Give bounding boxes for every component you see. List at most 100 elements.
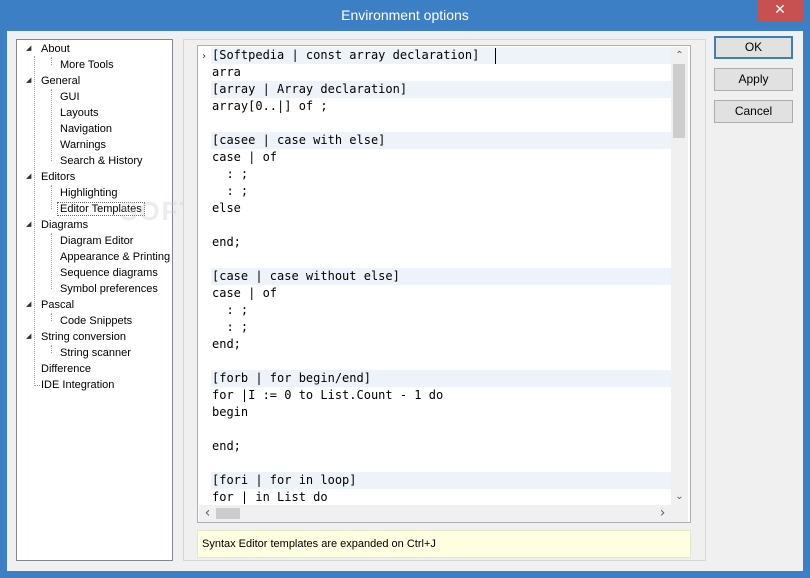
tree-item-label: More Tools: [60, 59, 114, 71]
tree-item-label: Navigation: [60, 123, 112, 135]
scroll-down-icon[interactable]: ⌄: [671, 488, 688, 505]
tree-item-difference[interactable]: Difference: [41, 361, 91, 377]
tree-item-label: General: [41, 75, 81, 87]
tree-item-navigation[interactable]: Navigation: [60, 121, 112, 137]
text-caret: [495, 48, 496, 64]
window-border-left: [0, 31, 7, 578]
tree-item-ide-integration[interactable]: IDE Integration: [41, 377, 114, 393]
code-line[interactable]: arra: [211, 64, 672, 81]
tree-item-label: IDE Integration: [41, 379, 115, 391]
code-line[interactable]: [Softpedia | const array declaration]: [211, 47, 672, 64]
code-line[interactable]: : ;: [211, 166, 672, 183]
scroll-corner: [671, 505, 688, 522]
code-line[interactable]: [fori | for in loop]: [211, 472, 672, 489]
hint-bar: Syntax Editor templates are expanded on …: [197, 530, 691, 558]
collapse-arrow-icon[interactable]: ◢: [26, 329, 35, 345]
tree-item-layouts[interactable]: Layouts: [60, 105, 99, 121]
tree-item-label: String scanner: [60, 347, 131, 359]
window-title: Environment options: [341, 7, 469, 23]
code-line[interactable]: array[0..|] of ;: [211, 98, 672, 115]
tree-item-sequence-diagrams[interactable]: Sequence diagrams: [60, 265, 158, 281]
tree-item-label: Editors: [41, 171, 76, 183]
current-line-arrow-icon: ›: [201, 51, 208, 62]
tree-item-highlighting[interactable]: Highlighting: [60, 185, 117, 201]
code-line[interactable]: [211, 251, 672, 268]
apply-button[interactable]: Apply: [714, 68, 793, 91]
tree-item-label: Diagrams: [41, 219, 89, 231]
code-line[interactable]: end;: [211, 438, 672, 455]
tree-item-symbol-preferences[interactable]: Symbol preferences: [60, 281, 158, 297]
template-editor[interactable]: › [Softpedia | const array declaration] …: [197, 45, 691, 523]
code-line[interactable]: case | of: [211, 285, 672, 302]
collapse-arrow-icon[interactable]: ◢: [26, 169, 35, 185]
tree-line: [51, 89, 52, 161]
tree-item-label: Appearance & Printing: [60, 251, 171, 263]
tree-line: [51, 57, 52, 65]
code-line[interactable]: end;: [211, 336, 672, 353]
tree-line: [51, 233, 52, 289]
code-line[interactable]: [211, 115, 672, 132]
tree-line: [51, 313, 52, 321]
scroll-left-icon[interactable]: ‹: [199, 505, 216, 522]
code-line[interactable]: [casee | case with else]: [211, 132, 672, 149]
code-line[interactable]: for | in List do: [211, 489, 672, 506]
code-line[interactable]: end;: [211, 234, 672, 251]
code-line[interactable]: [case | case without else]: [211, 268, 672, 285]
code-line[interactable]: for |I := 0 to List.Count - 1 do: [211, 387, 672, 404]
tree-item-label: Warnings: [60, 139, 107, 151]
code-line[interactable]: case | of: [211, 149, 672, 166]
tree-item-label: Search & History: [60, 155, 143, 167]
tree-item-string-scanner[interactable]: String scanner: [60, 345, 131, 361]
collapse-arrow-icon[interactable]: ◢: [26, 297, 35, 313]
tree-item-search-history[interactable]: Search & History: [60, 153, 143, 169]
code-line[interactable]: : ;: [211, 319, 672, 336]
code-line[interactable]: [forb | for begin/end]: [211, 370, 672, 387]
horizontal-scrollbar[interactable]: ‹ ›: [199, 505, 671, 522]
tree-item-appearance-printing[interactable]: Appearance & Printing: [60, 249, 170, 265]
code-line[interactable]: [array | Array declaration]: [211, 81, 672, 98]
collapse-arrow-icon[interactable]: ◢: [26, 217, 35, 233]
code-line[interactable]: begin: [211, 404, 672, 421]
code-line[interactable]: : ;: [211, 183, 672, 200]
tree-line: [51, 345, 52, 353]
title-bar[interactable]: Environment options ✕: [0, 0, 810, 31]
code-line[interactable]: [211, 421, 672, 438]
code-line[interactable]: [211, 353, 672, 370]
code-line[interactable]: [211, 217, 672, 234]
close-button[interactable]: ✕: [757, 0, 803, 21]
tree-item-code-snippets[interactable]: Code Snippets: [60, 313, 132, 329]
options-tree[interactable]: ◢ About More Tools ◢ General GUI Layouts N…: [16, 39, 173, 561]
tree-item-label: Symbol preferences: [60, 283, 158, 295]
tree-item-diagram-editor[interactable]: Diagram Editor: [60, 233, 133, 249]
code-line[interactable]: : ;: [211, 302, 672, 319]
collapse-arrow-icon[interactable]: ◢: [26, 41, 35, 57]
scroll-up-icon[interactable]: ⌃: [671, 47, 688, 64]
tree-item-warnings[interactable]: Warnings: [60, 137, 106, 153]
tree-item-label: Layouts: [60, 107, 99, 119]
tree-item-label: Sequence diagrams: [60, 267, 158, 279]
window-border-right: [803, 31, 810, 578]
vertical-scrollbar[interactable]: ⌃ ⌄: [671, 47, 688, 505]
collapse-arrow-icon[interactable]: ◢: [26, 73, 35, 89]
tree-line: [51, 185, 52, 209]
tree-item-label: Difference: [41, 363, 91, 375]
vertical-scroll-thumb[interactable]: [673, 64, 685, 138]
ok-button[interactable]: OK: [714, 36, 793, 59]
tree-line: [34, 385, 40, 386]
tree-item-label: Diagram Editor: [60, 235, 134, 247]
cancel-button[interactable]: Cancel: [714, 100, 793, 123]
scroll-right-icon[interactable]: ›: [654, 505, 671, 522]
tree-item-label: Highlighting: [60, 187, 118, 199]
window-border-bottom: [0, 571, 810, 578]
code-line[interactable]: else: [211, 200, 672, 217]
tree-item-label: String conversion: [41, 331, 126, 343]
tree-item-label: Pascal: [41, 299, 75, 311]
horizontal-scroll-thumb[interactable]: [216, 508, 240, 519]
tree-item-more-tools[interactable]: More Tools: [60, 57, 114, 73]
tree-item-label: About: [41, 43, 70, 55]
tree-item-gui[interactable]: GUI: [60, 89, 80, 105]
code-line[interactable]: [211, 455, 672, 472]
tree-item-label: GUI: [60, 91, 80, 103]
tree-item-label: Code Snippets: [60, 315, 133, 327]
hint-text: Syntax Editor templates are expanded on …: [202, 538, 436, 550]
